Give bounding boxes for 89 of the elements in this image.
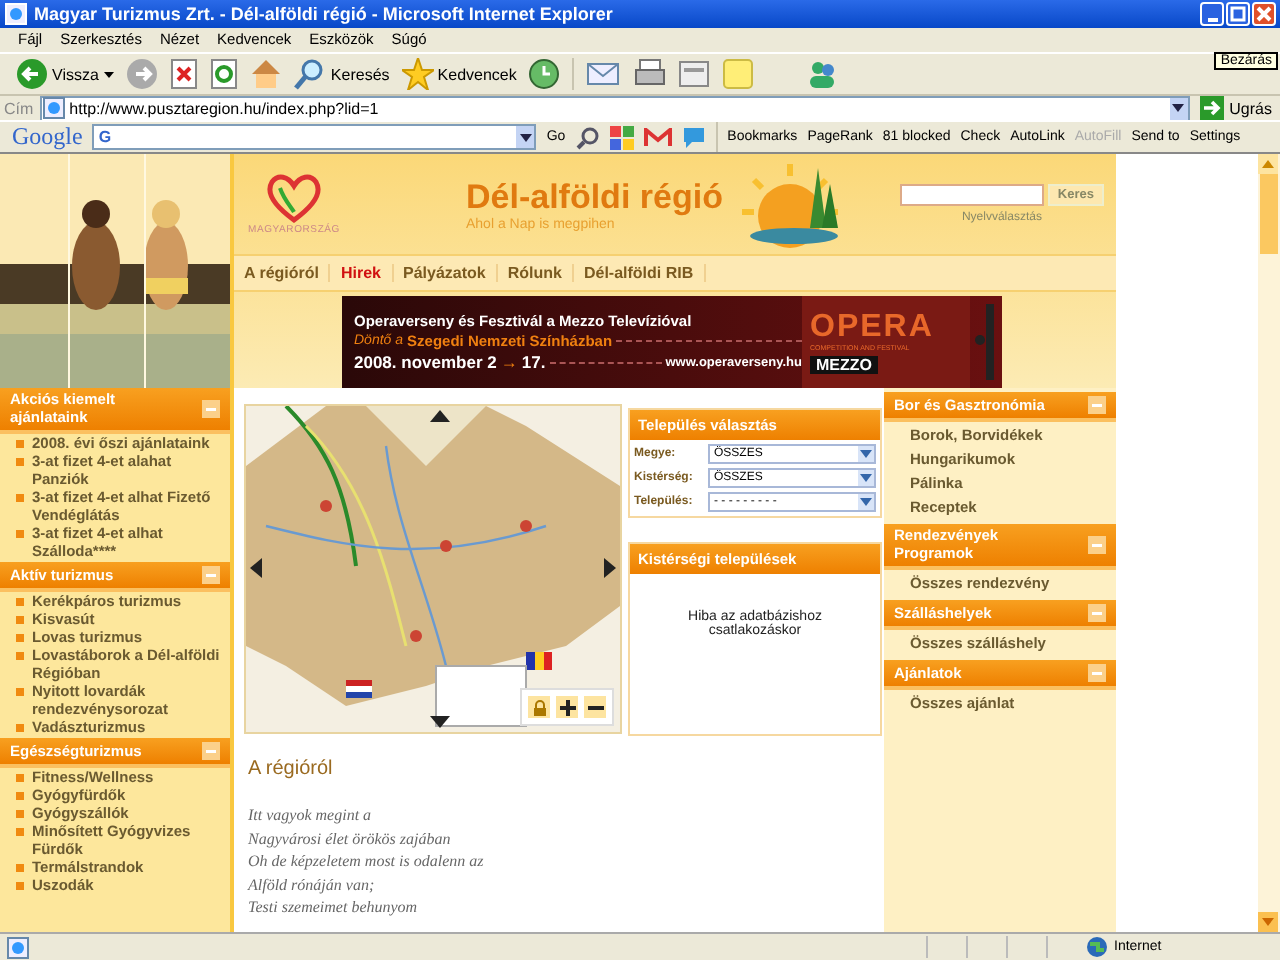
messenger-icon[interactable] xyxy=(806,58,839,91)
nav-link[interactable]: Rólunk xyxy=(497,264,574,283)
bullet-icon xyxy=(16,810,24,819)
stop-icon[interactable] xyxy=(170,58,199,91)
bullet-icon xyxy=(16,688,24,697)
chat-bubble-icon[interactable] xyxy=(681,125,706,150)
address-field[interactable]: http://www.pusztaregion.hu/index.php?lid=1 xyxy=(39,95,1190,122)
bullet-icon xyxy=(16,828,24,837)
bullet-icon xyxy=(16,652,24,661)
google-logo: Google xyxy=(12,122,83,153)
bullet-icon xyxy=(16,440,24,449)
pan-down-icon[interactable] xyxy=(430,716,450,729)
refresh-icon[interactable] xyxy=(210,58,239,91)
maximize-button[interactable] xyxy=(1226,1,1250,26)
site-title: Dél-alföldi régió xyxy=(466,177,723,217)
nav-link[interactable]: Pályázatok xyxy=(393,264,498,283)
bullet-icon xyxy=(16,882,24,891)
poem-line: Nagyvárosi élet örökös zajában xyxy=(248,827,453,851)
search-button[interactable]: Keresés xyxy=(294,58,390,91)
nav-link[interactable]: Hirek xyxy=(330,264,393,283)
address-label: Cím xyxy=(4,99,34,118)
minimize-button[interactable] xyxy=(1200,1,1224,26)
article-heading: A régióról xyxy=(248,758,335,781)
collapse-icon[interactable] xyxy=(202,742,220,761)
minimize-icon xyxy=(1207,17,1217,22)
pan-up-icon[interactable] xyxy=(430,410,450,423)
bullet-icon xyxy=(16,774,24,783)
collapse-icon[interactable] xyxy=(1088,664,1106,683)
collapse-icon[interactable] xyxy=(1088,536,1106,555)
forward-icon[interactable] xyxy=(126,58,159,91)
bullet-icon xyxy=(16,530,24,539)
page-icon xyxy=(6,935,30,960)
edit-icon[interactable] xyxy=(678,58,711,91)
history-icon[interactable] xyxy=(528,58,561,91)
arrow-icon: → xyxy=(500,352,518,373)
browser-icon xyxy=(4,1,28,26)
search-icon[interactable] xyxy=(575,125,600,150)
close-icon xyxy=(1256,5,1272,22)
back-button[interactable]: Vissza xyxy=(16,58,99,91)
star-icon xyxy=(401,58,434,91)
banner-date: 2008. november 2 xyxy=(354,352,497,373)
scroll-up-icon[interactable] xyxy=(1258,154,1278,175)
poem-line: Alföld rónáján van; xyxy=(248,873,377,897)
collapse-icon[interactable] xyxy=(202,566,220,585)
pan-right-icon[interactable] xyxy=(604,558,616,579)
collapse-icon[interactable] xyxy=(1088,604,1106,623)
search-field[interactable] xyxy=(899,184,1044,207)
mail-icon[interactable] xyxy=(586,58,623,91)
gmail-icon[interactable] xyxy=(643,127,672,148)
bullet-icon xyxy=(16,494,24,503)
poem-line: Testi szemeimet behunyom xyxy=(248,896,420,920)
pan-left-icon[interactable] xyxy=(250,558,262,579)
poem-line: Oh de képzeletem most is odalenn az xyxy=(248,850,486,874)
page-icon xyxy=(41,96,66,121)
home-icon[interactable] xyxy=(250,58,283,91)
zoom-in-button[interactable] xyxy=(556,696,578,719)
caret-icon xyxy=(104,71,115,78)
opera-logo-text: OPERA xyxy=(810,311,934,344)
lock-button[interactable] xyxy=(528,696,550,719)
nav-link[interactable]: Dél-alföldi RIB xyxy=(573,264,706,283)
bullet-icon xyxy=(16,792,24,801)
scrollbar[interactable] xyxy=(1258,154,1280,933)
collapse-icon[interactable] xyxy=(1088,396,1106,415)
bullet-icon xyxy=(16,458,24,467)
bullet-icon xyxy=(16,616,24,625)
collapse-icon[interactable] xyxy=(202,400,220,419)
nav-link[interactable]: A régióról xyxy=(234,264,331,283)
window-title: Magyar Turizmus Zrt. - Dél-alföldi régió - Microsoft Internet Explorer xyxy=(34,3,615,24)
heart-logo-icon xyxy=(264,172,324,225)
go-button[interactable]: Ugrás xyxy=(1195,96,1276,121)
favorites-button[interactable]: Kedvencek xyxy=(401,58,517,91)
lock-icon xyxy=(531,699,547,716)
windows-flag-icon[interactable] xyxy=(609,125,634,150)
scroll-thumb[interactable] xyxy=(1260,174,1278,255)
bullet-icon xyxy=(16,634,24,643)
globe-icon xyxy=(1086,936,1108,959)
search-icon xyxy=(294,58,327,91)
scroll-down-icon[interactable] xyxy=(1258,912,1278,933)
poem-line: Itt vagyok megint a xyxy=(248,804,374,828)
zoom-out-button[interactable] xyxy=(584,696,606,719)
mezzo-logo: MEZZO xyxy=(810,355,878,374)
close-button[interactable] xyxy=(1252,1,1276,26)
printer-icon[interactable] xyxy=(634,58,667,91)
maximize-icon xyxy=(1230,5,1246,22)
plus-icon xyxy=(559,699,575,716)
bullet-icon xyxy=(16,864,24,873)
banner-date: 17. xyxy=(521,352,546,373)
bullet-icon xyxy=(16,598,24,607)
bullet-icon xyxy=(16,724,24,733)
